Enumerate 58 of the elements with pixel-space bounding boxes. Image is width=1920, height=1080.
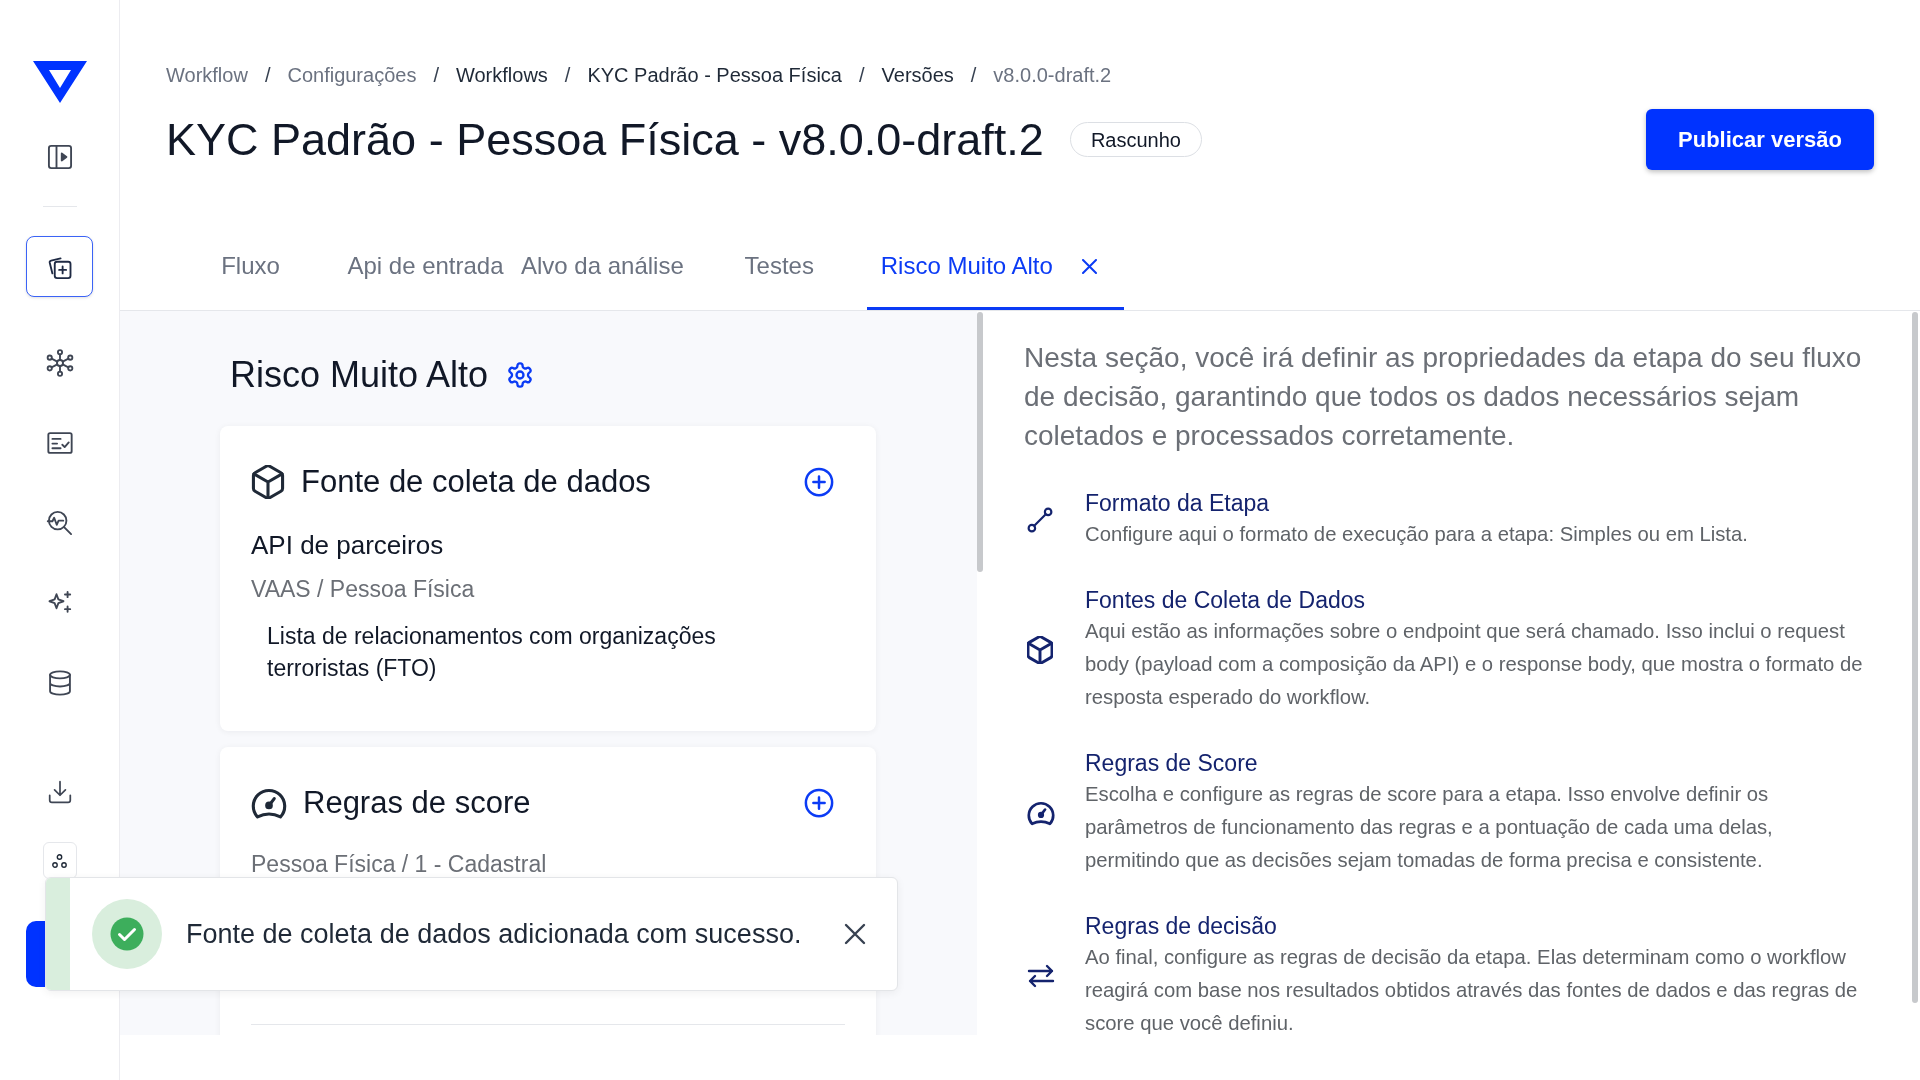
card-title: Regras de score: [303, 784, 531, 822]
gauge-icon: [251, 786, 287, 820]
logo-icon[interactable]: [32, 61, 87, 103]
close-icon[interactable]: [1081, 258, 1097, 274]
scrollbar-thumb[interactable]: [1912, 312, 1918, 1003]
toast-message: Fonte de coleta de dados adicionada com sucesso.: [186, 917, 802, 951]
gauge-icon: [1027, 799, 1055, 826]
three-dots-icon: [52, 853, 67, 868]
card-title: Fonte de coleta de dados: [301, 463, 651, 501]
source-path: Pessoa Física / 1 - Cadastral: [251, 850, 548, 879]
success-check-icon: [92, 899, 162, 969]
publish-button[interactable]: Publicar versão: [1646, 109, 1874, 170]
breadcrumb-separator: /: [433, 63, 439, 87]
tab[interactable]: Api de entrada: [338, 241, 513, 310]
search-pulse-icon: [45, 508, 74, 537]
cube-icon: [251, 465, 285, 499]
source-entry: Lista de relacionamentos com organizações terroristas (FTO): [267, 622, 717, 683]
add-icon[interactable]: [804, 467, 834, 497]
source-path: VAAS / Pessoa Física: [251, 575, 476, 604]
help-description: Ao final, configure as regras de decisão da etapa. Elas determinam como o workflow reagirá com base nos resultados obtidos através das fontes de dados e das regras de score que você definiu.: [1085, 945, 1859, 1035]
breadcrumb-link[interactable]: v8.0.0-draft.2: [993, 63, 1112, 87]
help-title: Regras de decisão: [1085, 912, 1278, 941]
intro-text: Nesta seção, você irá definir as propriedades da etapa do seu fluxo de decisão, garantindo que todos os dados necessários sejam coletados e processados corretamente.: [1024, 341, 1863, 453]
close-icon: [844, 923, 866, 945]
panel-toggle-icon: [45, 143, 74, 171]
breadcrumb-separator: /: [970, 63, 977, 87]
network-icon: [45, 348, 74, 377]
breadcrumb-link[interactable]: Workflows: [455, 63, 548, 87]
breadcrumb-link[interactable]: Versões: [881, 63, 954, 87]
tab[interactable]: Testes: [691, 241, 867, 310]
help-title: Formato da Etapa: [1085, 489, 1271, 518]
help-title: Fontes de Coleta de Dados: [1085, 586, 1366, 615]
connected-nodes-icon: [1027, 506, 1053, 533]
help-title: Regras de Score: [1085, 749, 1259, 778]
tab[interactable]: Fluxo: [163, 241, 338, 310]
settings-icon[interactable]: [506, 361, 535, 389]
toast-close-button[interactable]: [843, 922, 867, 946]
tab[interactable]: Alvo da análise: [513, 241, 692, 310]
add-icon[interactable]: [804, 788, 834, 818]
breadcrumb-link[interactable]: Configurações: [287, 63, 417, 87]
help-description: Configure aqui o formato de execução para a etapa: Simples ou em Lista.: [1085, 522, 1749, 547]
help-description: Escolha e configure as regras de score para a etapa. Isso envolve definir os parâmetros de funcionamento das regras e a pontuação de cada uma delas, permitindo que as decisões sejam tomadas de forma precisa e consistente.: [1085, 782, 1774, 873]
breadcrumb-link[interactable]: Workflow: [166, 63, 248, 87]
swap-arrows-icon: [1027, 963, 1055, 988]
apps-button[interactable]: [42, 842, 77, 879]
breadcrumb-separator: /: [858, 63, 865, 87]
breadcrumb-separator: /: [264, 63, 271, 87]
scrollbar-thumb[interactable]: [977, 312, 983, 572]
stage-title: Risco Muito Alto: [230, 355, 489, 395]
help-description: Aqui estão as informações sobre o endpoint que será chamado. Isso inclui o request body (payload com a composição da API) e o response body, que mostra o formato de resposta esperado do workflow.: [1085, 619, 1864, 710]
breadcrumb-link[interactable]: KYC Padrão - Pessoa Física: [587, 63, 842, 87]
source-name: API de parceiros: [251, 529, 445, 561]
breadcrumb-separator: /: [564, 63, 571, 87]
cube-icon: [1027, 635, 1053, 664]
sidebar-floating-button[interactable]: [26, 921, 45, 987]
page-title: KYC Padrão - Pessoa Física - v8.0.0-draft.2: [166, 113, 1044, 166]
download-icon: [46, 778, 73, 805]
sidebar-nav-button[interactable]: [26, 236, 93, 297]
